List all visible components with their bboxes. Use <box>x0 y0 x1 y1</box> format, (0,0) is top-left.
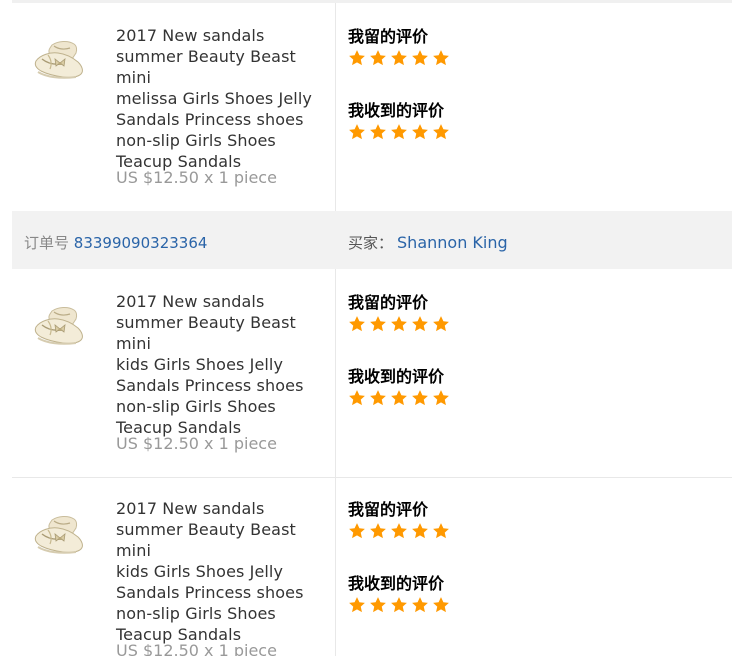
star-icon <box>348 596 366 614</box>
order-header: 订单号 83399090323364 买家： Shannon King <box>12 211 732 269</box>
received-review-stars <box>348 596 450 614</box>
star-icon <box>348 123 366 141</box>
received-review-stars <box>348 123 450 141</box>
price-text: US $12.50 x 1 piece <box>116 434 277 453</box>
star-icon <box>348 315 366 333</box>
price-text: US $12.50 x 1 piece <box>116 168 277 187</box>
star-icon <box>411 596 429 614</box>
star-icon <box>411 522 429 540</box>
review-panel: 我留的评价 我收到的评价 <box>348 269 732 477</box>
star-icon <box>390 389 408 407</box>
star-icon <box>390 315 408 333</box>
received-review-label: 我收到的评价 <box>348 367 445 386</box>
product-info: 2017 New sandals summer Beauty Beast min… <box>12 3 336 211</box>
star-icon <box>369 596 387 614</box>
my-review-label: 我留的评价 <box>348 293 429 312</box>
star-icon <box>432 389 450 407</box>
star-icon <box>432 522 450 540</box>
buyer-name-link[interactable]: Shannon King <box>397 233 508 252</box>
list-item: 2017 New sandals summer Beauty Beast min… <box>12 477 732 656</box>
product-title[interactable]: 2017 New sandals summer Beauty Beast min… <box>116 498 331 645</box>
order-number-link[interactable]: 83399090323364 <box>74 234 208 252</box>
review-panel: 我留的评价 我收到的评价 <box>348 3 732 211</box>
star-icon <box>390 596 408 614</box>
order-number-field: 订单号 83399090323364 <box>24 232 207 253</box>
sandal-shoe-icon[interactable] <box>30 508 92 564</box>
received-review-label: 我收到的评价 <box>348 574 445 593</box>
review-panel: 我留的评价 我收到的评价 <box>348 478 732 656</box>
received-review-label: 我收到的评价 <box>348 101 445 120</box>
my-review-stars <box>348 315 450 333</box>
star-icon <box>369 389 387 407</box>
star-icon <box>390 123 408 141</box>
star-icon <box>369 49 387 67</box>
star-icon <box>348 49 366 67</box>
order-review-list: 2017 New sandals summer Beauty Beast min… <box>12 0 732 656</box>
star-icon <box>348 389 366 407</box>
star-icon <box>369 315 387 333</box>
star-icon <box>348 522 366 540</box>
received-review-stars <box>348 389 450 407</box>
order-number-label: 订单号 <box>24 234 70 252</box>
star-icon <box>411 315 429 333</box>
star-icon <box>432 596 450 614</box>
sandal-shoe-icon[interactable] <box>30 299 92 355</box>
star-icon <box>390 522 408 540</box>
product-title[interactable]: 2017 New sandals summer Beauty Beast min… <box>116 25 331 172</box>
my-review-stars <box>348 522 450 540</box>
product-info: 2017 New sandals summer Beauty Beast min… <box>12 478 336 656</box>
price-text: US $12.50 x 1 piece <box>116 641 277 656</box>
buyer-label: 买家： <box>348 234 394 252</box>
my-review-stars <box>348 49 450 67</box>
product-info: 2017 New sandals summer Beauty Beast min… <box>12 269 336 477</box>
sandal-shoe-icon[interactable] <box>30 33 92 89</box>
buyer-field: 买家： Shannon King <box>348 232 508 253</box>
star-icon <box>411 389 429 407</box>
star-icon <box>411 123 429 141</box>
star-icon <box>411 49 429 67</box>
star-icon <box>432 123 450 141</box>
list-item: 2017 New sandals summer Beauty Beast min… <box>12 3 732 211</box>
star-icon <box>390 49 408 67</box>
star-icon <box>432 315 450 333</box>
star-icon <box>369 123 387 141</box>
product-title[interactable]: 2017 New sandals summer Beauty Beast min… <box>116 291 331 438</box>
star-icon <box>432 49 450 67</box>
my-review-label: 我留的评价 <box>348 500 429 519</box>
my-review-label: 我留的评价 <box>348 27 429 46</box>
list-item: 2017 New sandals summer Beauty Beast min… <box>12 269 732 477</box>
star-icon <box>369 522 387 540</box>
